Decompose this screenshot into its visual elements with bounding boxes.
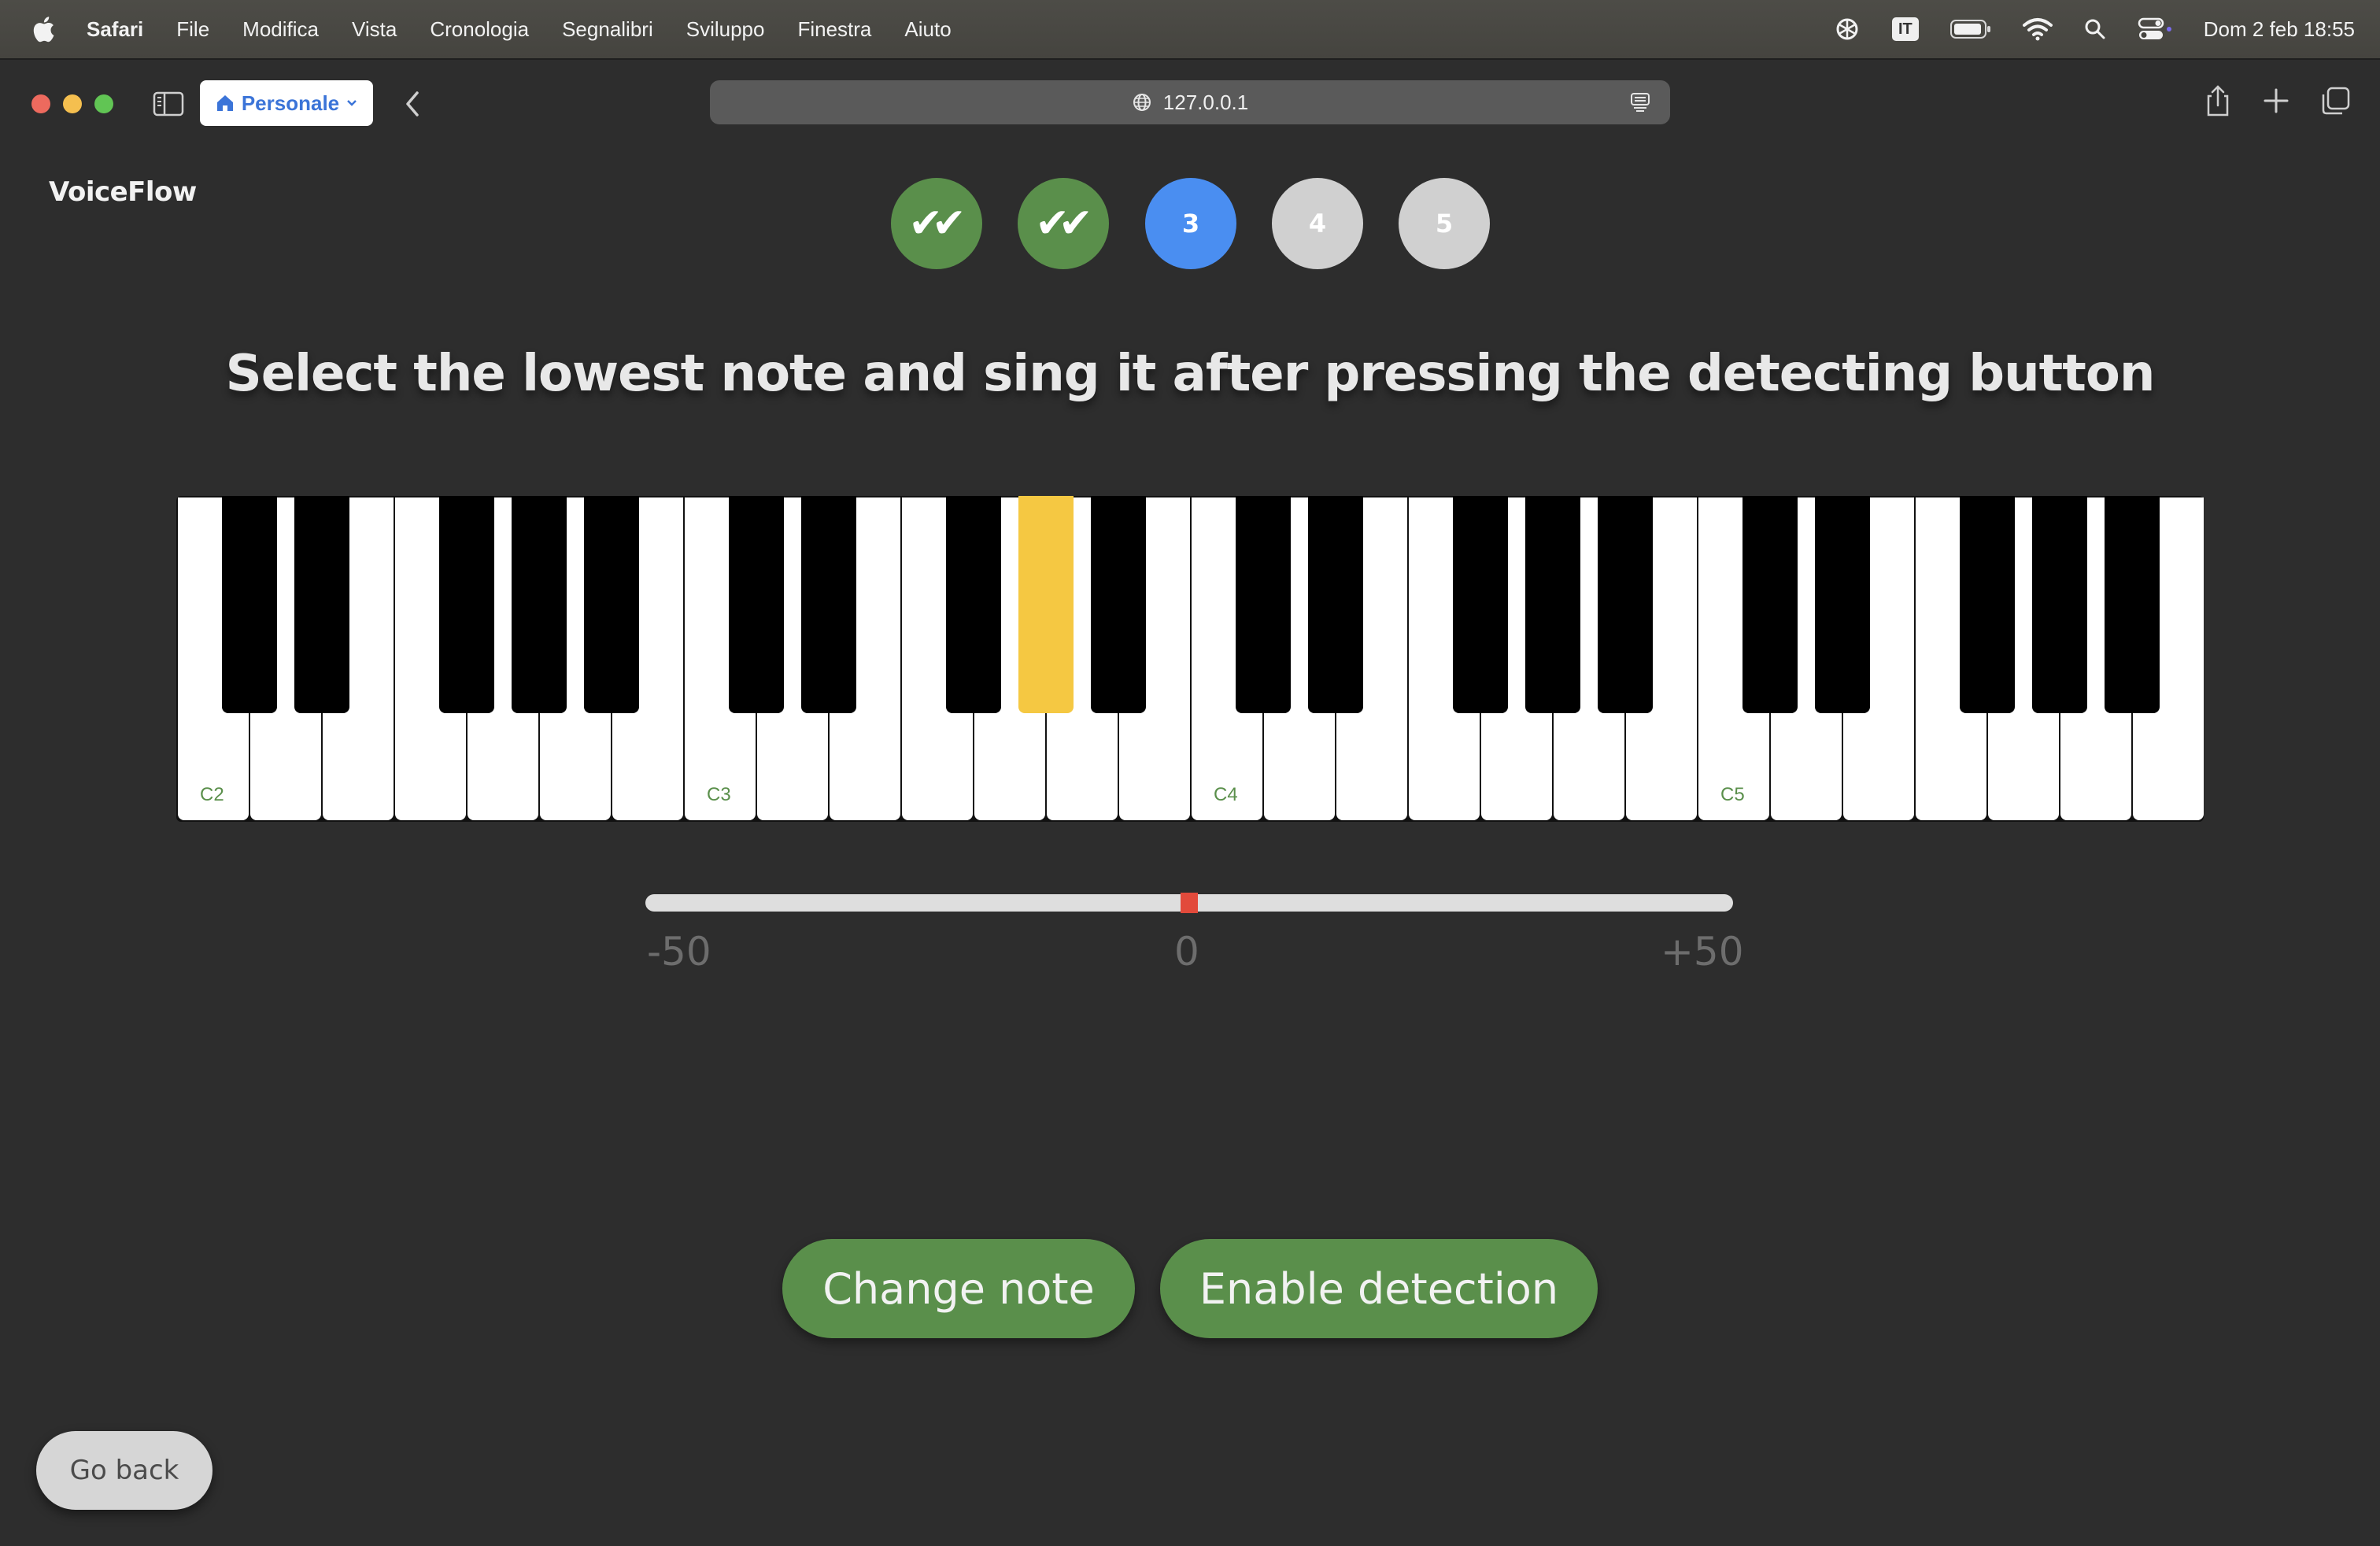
piano-key-c-sharp3[interactable] (729, 496, 784, 713)
menubar-clock[interactable]: Dom 2 feb 18:55 (2204, 17, 2355, 42)
browser-window: Personale 127.0.0.1 VoiceFlow ✔✔ ✔✔ 3 4 … (0, 58, 2380, 1546)
status-area: IT Dom 2 feb 18:55 (1834, 0, 2355, 58)
menu-cronologia[interactable]: Cronologia (430, 17, 529, 42)
piano-key-f-sharp3[interactable] (946, 496, 1001, 713)
menu-aiuto[interactable]: Aiuto (904, 17, 951, 42)
piano-key-a-sharp5[interactable] (2105, 496, 2160, 713)
sidebar-toggle-icon[interactable] (153, 88, 184, 120)
tab-overview-icon[interactable] (2319, 83, 2353, 118)
menu-segnalibri[interactable]: Segnalibri (562, 17, 653, 42)
globe-icon (1133, 94, 1151, 111)
piano-key-g-sharp3[interactable] (1018, 496, 1074, 713)
enable-detection-button[interactable]: Enable detection (1160, 1239, 1598, 1338)
menu-bar: Safari File Modifica Vista Cronologia Se… (0, 0, 2380, 58)
go-back-button[interactable]: Go back (36, 1431, 213, 1510)
octave-label: C2 (200, 784, 224, 805)
piano-key-d-sharp2[interactable] (294, 496, 349, 713)
close-window-button[interactable] (31, 94, 50, 113)
profile-button[interactable]: Personale (200, 80, 373, 126)
pitch-meter-mid-label: 0 (1174, 929, 1199, 975)
octave-label: C4 (1214, 784, 1238, 805)
octave-label: C3 (707, 784, 731, 805)
menu-vista[interactable]: Vista (352, 17, 397, 42)
step-2-indicator[interactable]: ✔✔ (1018, 178, 1109, 269)
step-5-indicator: 5 (1399, 178, 1490, 269)
openai-icon[interactable] (1834, 16, 1861, 43)
piano-keyboard: C2 C3 C4 C5 (176, 496, 2204, 822)
piano-key-a-sharp4[interactable] (1598, 496, 1653, 713)
zoom-window-button[interactable] (94, 94, 113, 113)
input-source-badge[interactable]: IT (1891, 17, 1919, 41)
pitch-meter-marker (1181, 893, 1198, 913)
pitch-meter-max-label: +50 (1661, 929, 1744, 975)
back-arrow-icon[interactable] (401, 90, 425, 118)
piano-key-g-sharp2[interactable] (512, 496, 567, 713)
minimize-window-button[interactable] (63, 94, 82, 113)
pitch-meter-min-label: -50 (647, 929, 711, 975)
step-4-indicator: 4 (1272, 178, 1363, 269)
piano-key-g-sharp4[interactable] (1525, 496, 1580, 713)
share-icon[interactable] (2201, 83, 2235, 118)
step-1-indicator[interactable]: ✔✔ (891, 178, 982, 269)
address-text: 127.0.0.1 (1162, 90, 1249, 114)
menu-modifica[interactable]: Modifica (242, 17, 319, 42)
menu-app-name[interactable]: Safari (87, 17, 143, 42)
step-3-indicator: 3 (1145, 178, 1236, 269)
octave-label: C5 (1720, 784, 1745, 805)
reader-mode-icon[interactable] (1629, 91, 1651, 113)
piano-key-d-sharp4[interactable] (1308, 496, 1363, 713)
apple-logo-icon[interactable] (31, 16, 55, 43)
menu-finestra[interactable]: Finestra (797, 17, 871, 42)
menu-sviluppo[interactable]: Sviluppo (686, 17, 765, 42)
piano-key-c-sharp2[interactable] (222, 496, 277, 713)
piano-key-d-sharp5[interactable] (1815, 496, 1870, 713)
change-note-button[interactable]: Change note (782, 1239, 1135, 1338)
battery-icon[interactable] (1949, 19, 1991, 39)
control-center-icon[interactable] (2138, 17, 2172, 41)
menu-file[interactable]: File (176, 17, 209, 42)
wifi-icon[interactable] (2022, 17, 2053, 41)
instruction-heading: Select the lowest note and sing it after… (225, 345, 2156, 403)
piano-key-g-sharp5[interactable] (2032, 496, 2087, 713)
brand-logo[interactable]: VoiceFlow (49, 176, 197, 208)
profile-label: Personale (241, 91, 340, 115)
piano-key-a-sharp3[interactable] (1091, 496, 1146, 713)
piano-key-f-sharp4[interactable] (1453, 496, 1508, 713)
new-tab-icon[interactable] (2259, 83, 2293, 118)
piano-key-a-sharp2[interactable] (584, 496, 639, 713)
piano-key-c-sharp4[interactable] (1236, 496, 1291, 713)
home-icon (216, 95, 233, 111)
browser-toolbar: Personale 127.0.0.1 (0, 60, 2380, 145)
chevron-down-icon (347, 100, 357, 106)
piano-key-f-sharp2[interactable] (439, 496, 494, 713)
piano-key-d-sharp3[interactable] (801, 496, 856, 713)
piano-key-f-sharp5[interactable] (1960, 496, 2015, 713)
spotlight-search-icon[interactable] (2084, 18, 2106, 40)
piano-key-c-sharp5[interactable] (1743, 496, 1798, 713)
address-bar[interactable]: 127.0.0.1 (710, 80, 1670, 124)
